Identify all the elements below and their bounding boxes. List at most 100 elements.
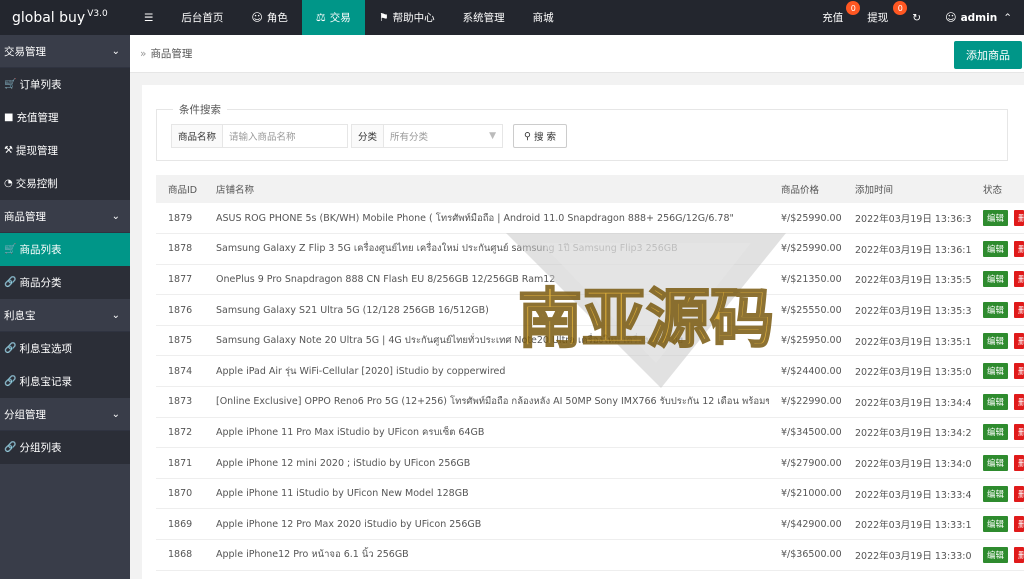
link-icon: 🔗	[4, 442, 17, 453]
sidebar-group-interest[interactable]: 利息宝 ⌄	[0, 299, 130, 332]
delete-button[interactable]: 删除	[1014, 332, 1024, 349]
nav-home[interactable]: 后台首页	[167, 0, 237, 35]
delete-button[interactable]: 删除	[1014, 546, 1024, 563]
delete-button[interactable]: 删除	[1014, 393, 1024, 410]
delete-button[interactable]: 删除	[1014, 302, 1024, 319]
sidebar-group-trade[interactable]: 交易管理 ⌄	[0, 35, 130, 68]
group-label: 商品管理	[4, 210, 46, 223]
cell-actions: 编辑删除	[971, 233, 1024, 265]
add-product-button[interactable]: 添加商品	[954, 41, 1022, 69]
cell-actions: 编辑删除	[971, 294, 1024, 326]
sidebar-item-product-category[interactable]: 🔗 商品分类	[0, 266, 130, 299]
edit-button[interactable]: 编辑	[983, 393, 1009, 410]
nav-roles[interactable]: ☺ 角色	[237, 0, 301, 35]
cell-id: 1876	[156, 294, 204, 326]
table-header-row: 商品ID 店铺名称 商品价格 添加时间 状态	[156, 175, 1024, 203]
cell-actions: 编辑删除	[971, 417, 1024, 449]
cell-name: Apple iPhone12 Pro หน้าจอ 6.1 นิ้ว 256GB	[204, 539, 769, 571]
cell-price: ¥/$36500.00	[769, 539, 843, 571]
edit-button[interactable]: 编辑	[983, 332, 1009, 349]
withdraw-label: 提现	[867, 12, 889, 24]
sidebar-item-withdraw[interactable]: ⚒ 提现管理	[0, 134, 130, 167]
sidebar-item-label: 交易控制	[15, 178, 58, 190]
action-group: 编辑删除	[983, 393, 1024, 410]
sidebar-item-interest-options[interactable]: 🔗 利息宝选项	[0, 332, 130, 365]
edit-button[interactable]: 编辑	[983, 240, 1009, 257]
cell-time: 2022年03月19日 13:34:21	[843, 417, 971, 449]
sidebar-item-interest-records[interactable]: 🔗 利息宝记录	[0, 365, 130, 398]
cell-name: Apple iPhone 11 Pro Max iStudio by UFico…	[204, 417, 769, 449]
group-label: 分组管理	[4, 408, 46, 421]
table-row: 1875 Samsung Galaxy Note 20 Ultra 5G | 4G…	[156, 325, 1024, 357]
nav-help-label: 帮助中心	[392, 12, 435, 24]
delete-button[interactable]: 删除	[1014, 240, 1024, 257]
cell-time: 2022年03月19日 13:34:03	[843, 447, 971, 479]
main-content: » 商品管理 添加商品 条件搜索 商品名称 请输入商品名称 分类 所有分类 ▼ ⚲…	[130, 35, 1024, 579]
edit-button[interactable]: 编辑	[983, 424, 1009, 441]
cell-id: 1878	[156, 233, 204, 265]
edit-button[interactable]: 编辑	[983, 485, 1009, 502]
search-button[interactable]: ⚲ 搜 索	[513, 124, 567, 148]
category-select[interactable]: 所有分类 ▼	[384, 125, 502, 147]
nav-trade[interactable]: ⚖ 交易	[301, 0, 365, 35]
sidebar: 交易管理 ⌄ 🛒 订单列表 ■ 充值管理 ⚒ 提现管理 ◔ 交易控制 商品管理 ⌄ 🛒 商品列…	[0, 35, 130, 579]
product-name-input[interactable]: 请输入商品名称	[223, 125, 347, 147]
action-group: 编辑删除	[983, 516, 1024, 533]
nav-recharge[interactable]: 充值 0	[810, 0, 861, 35]
cell-price: ¥/$24400.00	[769, 355, 843, 388]
chevron-down-icon: ⌄	[111, 210, 120, 222]
nav-user[interactable]: ☺ admin ⌃	[933, 0, 1024, 35]
cell-id: 1874	[156, 355, 204, 388]
gauge-icon: ◔	[4, 178, 13, 189]
cell-id: 1868	[156, 539, 204, 571]
sidebar-item-trade-control[interactable]: ◔ 交易控制	[0, 167, 130, 200]
cell-id: 1870	[156, 478, 204, 510]
cell-price: ¥/$22990.00	[769, 386, 843, 418]
delete-button[interactable]: 删除	[1014, 210, 1024, 227]
sidebar-item-recharge[interactable]: ■ 充值管理	[0, 101, 130, 134]
cell-actions: 编辑删除	[971, 539, 1024, 571]
cell-time: 2022年03月19日 13:36:37	[843, 203, 971, 235]
sidebar-item-product-list[interactable]: 🛒 商品列表	[0, 233, 130, 266]
sidebar-group-grouping[interactable]: 分组管理 ⌄	[0, 398, 130, 431]
cell-price: ¥/$27900.00	[769, 447, 843, 479]
edit-button[interactable]: 编辑	[983, 455, 1009, 472]
delete-button[interactable]: 删除	[1014, 516, 1024, 533]
cell-id: 1873	[156, 386, 204, 418]
nav-trade-label: 交易	[329, 12, 351, 24]
edit-button[interactable]: 编辑	[983, 363, 1009, 380]
nav-help[interactable]: ⚑ 帮助中心	[365, 0, 449, 35]
edit-button[interactable]: 编辑	[983, 302, 1009, 319]
breadcrumb-label[interactable]: 商品管理	[150, 46, 192, 61]
caret-down-icon: ▼	[489, 131, 497, 141]
nav-withdraw[interactable]: 提现 0	[855, 0, 908, 35]
nav-roles-label: 角色	[266, 12, 288, 24]
cell-price: ¥/$21000.00	[769, 478, 843, 510]
card-icon: ■	[4, 112, 14, 123]
menu-toggle-icon[interactable]: ☰	[130, 0, 167, 35]
edit-button[interactable]: 编辑	[983, 516, 1009, 533]
cell-time: 2022年03月19日 13:35:37	[843, 294, 971, 326]
delete-button[interactable]: 删除	[1014, 363, 1024, 380]
edit-button[interactable]: 编辑	[983, 210, 1009, 227]
chevron-up-icon: ⌃	[1003, 11, 1012, 24]
sidebar-item-orders[interactable]: 🛒 订单列表	[0, 68, 130, 101]
cell-price: ¥/$25990.00	[769, 203, 843, 235]
edit-button[interactable]: 编辑	[983, 271, 1009, 288]
cell-actions: 编辑删除	[971, 203, 1024, 235]
nav-system[interactable]: 系统管理	[449, 0, 519, 35]
search-button-label: 搜 索	[533, 132, 556, 143]
scale-icon: ⚖	[315, 11, 326, 24]
cell-actions: 编辑删除	[971, 508, 1024, 541]
sidebar-group-products[interactable]: 商品管理 ⌄	[0, 200, 130, 233]
cell-id: 1872	[156, 417, 204, 449]
refresh-icon[interactable]: ↻	[900, 0, 933, 35]
app-logo[interactable]: global buy V3.0	[0, 0, 130, 35]
sidebar-item-group-list[interactable]: 🔗 分组列表	[0, 431, 130, 464]
delete-button[interactable]: 删除	[1014, 455, 1024, 472]
delete-button[interactable]: 删除	[1014, 485, 1024, 502]
nav-mall[interactable]: 商城	[519, 0, 568, 35]
edit-button[interactable]: 编辑	[983, 546, 1009, 563]
delete-button[interactable]: 删除	[1014, 271, 1024, 288]
delete-button[interactable]: 删除	[1014, 424, 1024, 441]
